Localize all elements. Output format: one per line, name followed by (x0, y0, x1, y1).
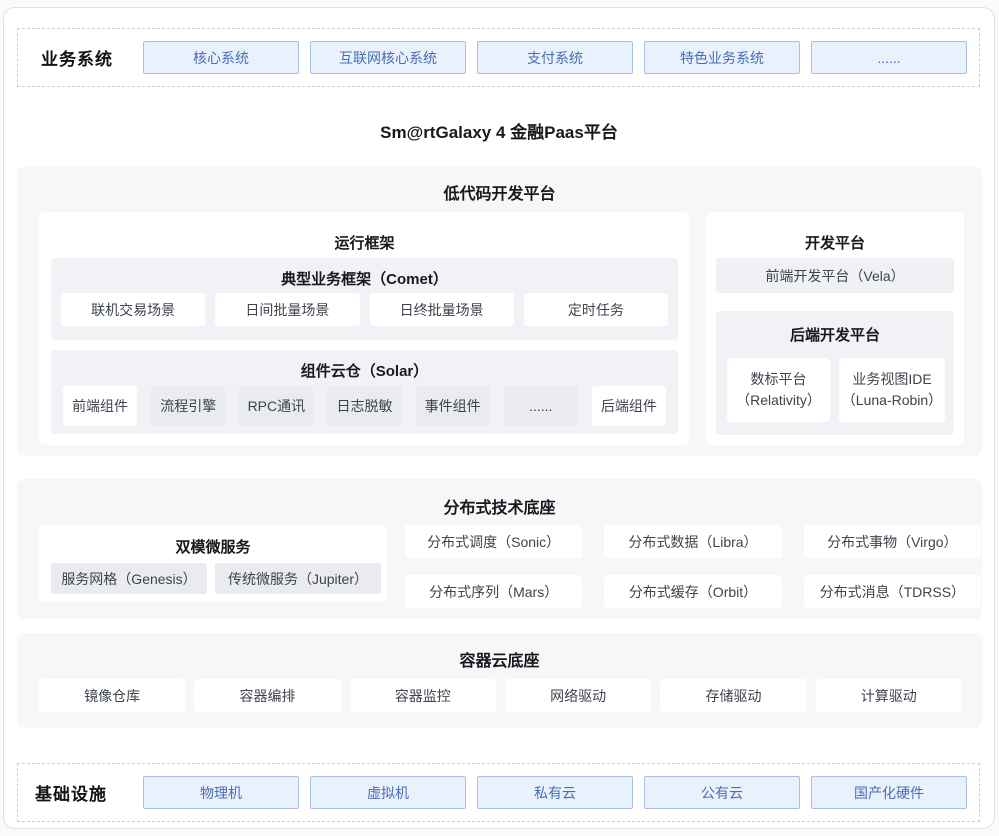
chip-virtual-machine: 虚拟机 (310, 776, 466, 809)
chip-storage-driver: 存储驱动 (660, 679, 806, 712)
chip-core-system: 核心系统 (143, 41, 299, 74)
chip-frontend-component: 前端组件 (63, 386, 137, 426)
chip-internet-core-system: 互联网核心系统 (310, 41, 466, 74)
backend-dev-card: 后端开发平台 数标平台 （Relativity） 业务视图IDE （Luna-R… (716, 311, 954, 435)
chip-distributed-transaction-virgo: 分布式事物（Virgo） (804, 525, 981, 558)
chip-luna-robin-ide: 业务视图IDE （Luna-Robin） (839, 358, 945, 422)
lowcode-platform-title: 低代码开发平台 (17, 180, 982, 204)
chip-distributed-data-libra: 分布式数据（Libra） (604, 525, 781, 558)
chip-event-component: 事件组件 (416, 386, 490, 426)
dual-mode-microservice-card: 双模微服务 服务网格（Genesis） 传统微服务（Jupiter） (39, 525, 387, 602)
runtime-framework-card: 运行框架 典型业务框架（Comet） 联机交易场景 日间批量场景 日终批量场景 … (39, 212, 690, 445)
container-cloud-section: 容器云底座 镜像仓库 容器编排 容器监控 网络驱动 存储驱动 计算驱动 (17, 633, 982, 728)
chip-online-transaction: 联机交易场景 (61, 293, 205, 326)
chip-more-components: ...... (504, 386, 578, 426)
chip-relativity-line1: 数标平台 (751, 369, 807, 390)
chip-public-cloud: 公有云 (644, 776, 800, 809)
chip-distributed-scheduling-sonic: 分布式调度（Sonic） (405, 525, 582, 558)
solar-repo-card: 组件云仓（Solar） 前端组件 流程引擎 RPC通讯 日志脱敏 事件组件 ..… (51, 350, 678, 434)
infrastructure-band: 基础设施 物理机 虚拟机 私有云 公有云 国产化硬件 (17, 763, 980, 822)
business-systems-chips: 核心系统 互联网核心系统 支付系统 特色业务系统 ...... (143, 29, 967, 86)
runtime-framework-title: 运行框架 (39, 232, 690, 253)
chip-distributed-sequence-mars: 分布式序列（Mars） (405, 575, 582, 608)
comet-framework-title: 典型业务框架（Comet） (51, 268, 678, 289)
chip-network-driver: 网络驱动 (505, 679, 651, 712)
dual-mode-title: 双模微服务 (39, 536, 387, 557)
distributed-base-title: 分布式技术底座 (17, 494, 982, 518)
chip-luna-robin-line1: 业务视图IDE (852, 369, 931, 390)
chip-relativity-line2: （Relativity） (736, 390, 821, 411)
chip-container-orchestration: 容器编排 (194, 679, 340, 712)
chip-intraday-batch: 日间批量场景 (215, 293, 359, 326)
chip-payment-system: 支付系统 (477, 41, 633, 74)
chip-scheduled-task: 定时任务 (524, 293, 668, 326)
backend-dev-row: 数标平台 （Relativity） 业务视图IDE （Luna-Robin） (727, 358, 945, 422)
dev-platform-card: 开发平台 前端开发平台（Vela） 后端开发平台 数标平台 （Relativit… (706, 212, 964, 445)
chip-service-mesh-genesis: 服务网格（Genesis） (51, 563, 207, 594)
chip-rpc-communication: RPC通讯 (239, 386, 313, 426)
comet-scenarios-row: 联机交易场景 日间批量场景 日终批量场景 定时任务 (61, 293, 668, 326)
chip-compute-driver: 计算驱动 (816, 679, 962, 712)
chip-more-systems: ...... (811, 41, 967, 74)
dual-mode-row: 服务网格（Genesis） 传统微服务（Jupiter） (51, 563, 381, 594)
distributed-services-grid: 分布式调度（Sonic） 分布式数据（Libra） 分布式事物（Virgo） 分… (405, 525, 981, 608)
chip-backend-component: 后端组件 (592, 386, 666, 426)
chip-private-cloud: 私有云 (477, 776, 633, 809)
chip-relativity-platform: 数标平台 （Relativity） (727, 358, 830, 422)
dev-platform-title: 开发平台 (706, 232, 964, 253)
architecture-diagram: 业务系统 核心系统 互联网核心系统 支付系统 特色业务系统 ...... Sm@… (3, 7, 995, 829)
lowcode-platform-section: 低代码开发平台 运行框架 典型业务框架（Comet） 联机交易场景 日间批量场景… (17, 166, 982, 456)
infrastructure-label: 基础设施 (35, 764, 107, 821)
chip-image-registry: 镜像仓库 (39, 679, 185, 712)
platform-title: Sm@rtGalaxy 4 金融Paas平台 (4, 118, 994, 143)
business-systems-label: 业务系统 (41, 29, 113, 86)
business-systems-band: 业务系统 核心系统 互联网核心系统 支付系统 特色业务系统 ...... (17, 28, 980, 87)
chip-special-business-system: 特色业务系统 (644, 41, 800, 74)
solar-components-row: 前端组件 流程引擎 RPC通讯 日志脱敏 事件组件 ...... 后端组件 (63, 386, 666, 426)
backend-dev-title: 后端开发平台 (716, 324, 954, 345)
chip-traditional-microservice-jupiter: 传统微服务（Jupiter） (215, 563, 381, 594)
distributed-base-section: 分布式技术底座 双模微服务 服务网格（Genesis） 传统微服务（Jupite… (17, 479, 982, 619)
chip-process-engine: 流程引擎 (151, 386, 225, 426)
chip-luna-robin-line2: （Luna-Robin） (842, 390, 942, 411)
chip-log-masking: 日志脱敏 (327, 386, 401, 426)
solar-repo-title: 组件云仓（Solar） (51, 360, 678, 381)
chip-physical-machine: 物理机 (143, 776, 299, 809)
container-cloud-row: 镜像仓库 容器编排 容器监控 网络驱动 存储驱动 计算驱动 (39, 679, 962, 712)
chip-container-monitoring: 容器监控 (350, 679, 496, 712)
chip-distributed-message-tdrss: 分布式消息（TDRSS） (804, 575, 981, 608)
chip-distributed-cache-orbit: 分布式缓存（Orbit） (604, 575, 781, 608)
infrastructure-chips: 物理机 虚拟机 私有云 公有云 国产化硬件 (143, 764, 967, 821)
comet-framework-card: 典型业务框架（Comet） 联机交易场景 日间批量场景 日终批量场景 定时任务 (51, 258, 678, 340)
container-cloud-title: 容器云底座 (17, 647, 982, 671)
chip-endofday-batch: 日终批量场景 (370, 293, 514, 326)
chip-domestic-hardware: 国产化硬件 (811, 776, 967, 809)
chip-vela-frontend-platform: 前端开发平台（Vela） (716, 258, 954, 293)
